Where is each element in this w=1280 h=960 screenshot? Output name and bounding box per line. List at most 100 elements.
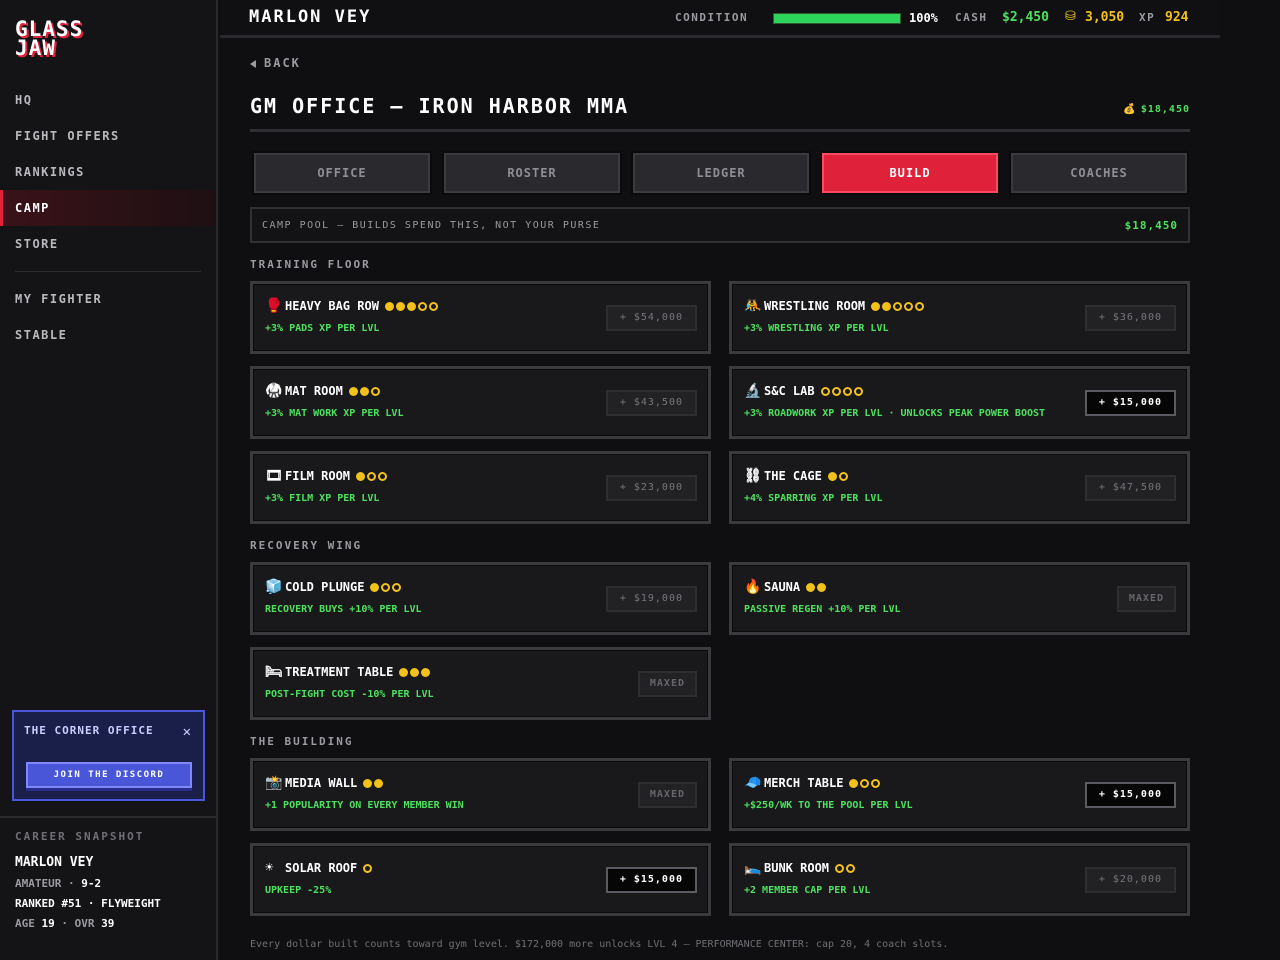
cap-icon: 🧢 — [744, 775, 762, 791]
facility-card: 🥊 HEAVY BAG ROW +3% PADS XP PER LVL + $54,0… — [250, 281, 711, 354]
tab-build[interactable]: BUILD — [820, 151, 1000, 195]
camp-pool-label: CAMP POOL — BUILDS SPEND THIS, NOT YOUR … — [262, 220, 601, 231]
facility-card: ⛓ THE CAGE +4% SPARRING XP PER LVL + $47,50… — [729, 451, 1190, 524]
snapshot-record: 9-2 — [81, 877, 102, 890]
tab-bar: OFFICE ROSTER LEDGER BUILD COACHES — [250, 151, 1190, 195]
upgrade-button[interactable]: + $15,000 — [1084, 782, 1176, 808]
facility-effect: RECOVERY BUYS +10% PER LVL — [265, 604, 422, 615]
join-discord-button[interactable]: JOIN THE DISCORD — [26, 762, 192, 788]
facility-card: 🔥 SAUNA PASSIVE REGEN +10% PER LVL MAXED — [729, 562, 1190, 635]
level-pip-filled — [882, 302, 892, 311]
facility-name: ⛓ THE CAGE — [744, 468, 850, 484]
facility-name: 🥊 HEAVY BAG ROW — [265, 298, 440, 314]
level-pip-filled — [395, 302, 405, 311]
facility-name: 🔬 S&C LAB — [744, 383, 865, 399]
nav-item-camp[interactable]: CAMP — [0, 190, 216, 226]
facility-name: 📸 MEDIA WALL — [265, 775, 385, 791]
facility-name-label: HEAVY BAG ROW — [285, 299, 379, 313]
logo[interactable]: GLASS JAW — [15, 19, 83, 59]
snapshot-ovr-label: OVR — [74, 917, 95, 930]
level-pips — [348, 385, 382, 399]
nav-divider — [15, 271, 201, 272]
facility-effect: UPKEEP -25% — [265, 885, 332, 896]
tab-office[interactable]: OFFICE — [252, 151, 432, 195]
close-icon[interactable]: ✕ — [183, 724, 191, 740]
level-pip-empty — [842, 387, 852, 396]
level-pip-empty — [831, 387, 841, 396]
upgrade-button[interactable]: + $43,500 — [605, 390, 697, 416]
level-pip-empty — [367, 472, 377, 481]
facility-name-label: FILM ROOM — [285, 469, 351, 483]
level-pips — [363, 777, 385, 791]
facility-card: 🥋 MAT ROOM +3% MAT WORK XP PER LVL + $43,50… — [250, 366, 711, 439]
level-pip-filled — [406, 302, 416, 311]
level-pip-filled — [348, 387, 358, 396]
level-pip-filled — [817, 583, 827, 592]
upgrade-button[interactable]: + $54,000 — [605, 305, 697, 331]
tab-roster[interactable]: ROSTER — [442, 151, 622, 195]
nav-item-hq[interactable]: HQ — [0, 82, 216, 118]
nav-item-store[interactable]: STORE — [0, 226, 216, 262]
snapshot-ovr: 39 — [101, 917, 115, 930]
facility-card: 🎞 FILM ROOM +3% FILM XP PER LVL + $23,000 — [250, 451, 711, 524]
nav-item-fight-offers[interactable]: FIGHT OFFERS — [0, 118, 216, 154]
facility-name: 🤼 WRESTLING ROOM — [744, 298, 926, 314]
snapshot-age: 19 — [41, 917, 55, 930]
facility-effect: +1 POPULARITY ON EVERY MEMBER WIN — [265, 800, 464, 811]
facility-effect: +3% FILM XP PER LVL — [265, 493, 380, 504]
facility-name: 🥋 MAT ROOM — [265, 383, 382, 399]
condition-bar-fill — [774, 14, 900, 23]
level-pip-empty — [428, 302, 438, 311]
facility-name-label: MERCH TABLE — [764, 776, 844, 790]
facility-name-label: BUNK ROOM — [764, 861, 830, 875]
topbar: MARLON VEY CONDITION 100% CASH $2,450 ⛁ … — [220, 0, 1220, 38]
tab-ledger[interactable]: LEDGER — [631, 151, 811, 195]
section-recovery-wing: RECOVERY WING — [250, 539, 363, 552]
upgrade-button[interactable]: + $20,000 — [1084, 867, 1176, 893]
gym-level-footnote: Every dollar built counts toward gym lev… — [250, 939, 949, 950]
back-button[interactable]: BACK — [250, 56, 301, 70]
facility-effect: +3% PADS XP PER LVL — [265, 323, 380, 334]
level-pips — [356, 470, 389, 484]
upgrade-button[interactable]: + $47,500 — [1084, 475, 1176, 501]
facility-name: 🛌 BUNK ROOM — [744, 860, 857, 876]
player-name: MARLON VEY — [249, 7, 372, 27]
upgrade-button[interactable]: + $15,000 — [1084, 390, 1176, 416]
upgrade-button[interactable]: + $23,000 — [605, 475, 697, 501]
tab-coaches[interactable]: COACHES — [1009, 151, 1189, 195]
facility-name: 🧢 MERCH TABLE — [744, 775, 882, 791]
upgrade-button[interactable]: + $36,000 — [1084, 305, 1176, 331]
level-pips — [835, 862, 857, 876]
condition-label: CONDITION — [675, 11, 749, 24]
bunk-bed-icon: 🛌 — [744, 860, 762, 876]
nav-item-stable[interactable]: STABLE — [0, 317, 216, 353]
facility-effect: PASSIVE REGEN +10% PER LVL — [744, 604, 901, 615]
upgrade-button[interactable]: + $15,000 — [605, 867, 697, 893]
level-pip-filled — [849, 779, 859, 788]
wrestlers-icon: 🤼 — [744, 298, 762, 314]
app: GLASS JAW HQ FIGHT OFFERS RANKINGS CAMP … — [0, 0, 1280, 960]
snapshot-age-label: AGE — [15, 917, 35, 930]
purse-display: 💰 $18,450 — [1123, 104, 1190, 115]
facility-name-label: WRESTLING ROOM — [764, 299, 866, 313]
level-pip-filled — [421, 668, 431, 677]
facility-name: 🎞 FILM ROOM — [265, 468, 389, 484]
sidebar: GLASS JAW HQ FIGHT OFFERS RANKINGS CAMP … — [0, 0, 218, 960]
facility-effect: +3% ROADWORK XP PER LVL · UNLOCKS PEAK P… — [744, 408, 1046, 419]
back-label: BACK — [264, 56, 301, 70]
level-pip-filled — [370, 583, 380, 592]
nav-item-my-fighter[interactable]: MY FIGHTER — [0, 281, 216, 317]
facility-card: 🤼 WRESTLING ROOM +3% WRESTLING XP PER LVL +… — [729, 281, 1190, 354]
cash-label: CASH — [955, 11, 988, 24]
upgrade-button[interactable]: + $19,000 — [605, 586, 697, 612]
facility-effect: +4% SPARRING XP PER LVL — [744, 493, 883, 504]
facility-effect: POST-FIGHT COST -10% PER LVL — [265, 689, 434, 700]
level-pip-empty — [915, 302, 925, 311]
level-pip-empty — [392, 583, 402, 592]
facility-card: 🛌 BUNK ROOM +2 MEMBER CAP PER LVL + $20,000 — [729, 843, 1190, 916]
sun-icon: ☀ — [265, 860, 274, 876]
section-the-building: THE BUILDING — [250, 735, 354, 748]
level-pip-filled — [871, 302, 881, 311]
nav-item-rankings[interactable]: RANKINGS — [0, 154, 216, 190]
chevron-left-icon — [250, 59, 256, 68]
